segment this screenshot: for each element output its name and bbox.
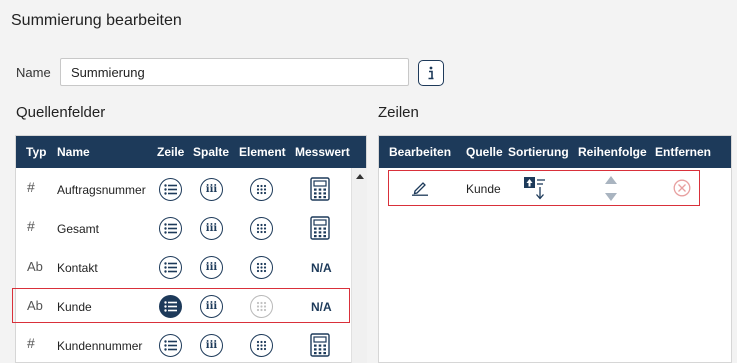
grid-dots-icon: [256, 340, 267, 351]
add-to-element-button[interactable]: [250, 256, 273, 279]
add-to-row-button[interactable]: [159, 178, 182, 201]
source-row: Ab Kontakt iii N/A: [16, 248, 352, 287]
calculator-icon[interactable]: [310, 216, 330, 240]
source-scrollbar[interactable]: [351, 168, 367, 363]
text-type-icon: Ab: [27, 298, 43, 313]
col-sortierung: Sortierung: [508, 145, 569, 159]
number-type-icon: #: [27, 179, 35, 195]
add-to-column-button[interactable]: iii: [200, 295, 223, 318]
calculator-icon[interactable]: [310, 333, 330, 357]
number-type-icon: #: [27, 218, 35, 234]
list-icon: [164, 262, 177, 273]
measure-na-label: N/A: [311, 261, 332, 275]
col-spalte: Spalte: [193, 145, 230, 159]
text-type-icon: Ab: [27, 259, 43, 274]
columns-icon: iii: [205, 301, 218, 312]
add-to-element-button[interactable]: [250, 178, 273, 201]
number-type-icon: #: [27, 335, 35, 351]
col-zeile: Zeile: [157, 145, 185, 159]
row-item: Kunde: [388, 170, 700, 206]
col-typ: Typ: [26, 145, 47, 159]
columns-icon: iii: [205, 262, 218, 273]
grid-dots-icon: [256, 184, 267, 195]
col-messwert: Messwert: [295, 145, 350, 159]
add-to-column-button[interactable]: iii: [200, 256, 223, 279]
sort-ascending-icon[interactable]: [523, 176, 549, 200]
field-name: Gesamt: [57, 222, 100, 236]
list-icon: [164, 223, 177, 234]
edit-pencil-icon[interactable]: [411, 180, 429, 196]
add-to-column-button[interactable]: iii: [200, 217, 223, 240]
columns-icon: iii: [205, 340, 218, 351]
col-bearbeiten: Bearbeiten: [389, 145, 452, 159]
move-down-arrow-icon[interactable]: [605, 193, 617, 201]
name-label: Name: [16, 65, 51, 80]
col-quelle: Quelle: [466, 145, 503, 159]
field-name: Auftragsnummer: [57, 183, 146, 197]
info-icon: [428, 66, 434, 80]
columns-icon: iii: [205, 184, 218, 195]
list-icon: [164, 301, 177, 312]
source-fields-title: Quellenfelder: [16, 104, 106, 121]
move-up-arrow-icon[interactable]: [605, 176, 617, 184]
source-row: # Auftragsnummer iii: [16, 170, 352, 209]
add-to-column-button[interactable]: iii: [200, 178, 223, 201]
measure-na-label: N/A: [311, 300, 332, 314]
source-row: # Kundennummer iii: [16, 326, 352, 362]
info-button[interactable]: [418, 60, 444, 86]
grid-dots-icon: [256, 223, 267, 234]
scroll-up-arrow-icon: [356, 173, 364, 179]
add-to-column-button[interactable]: iii: [200, 334, 223, 357]
grid-dots-icon: [256, 262, 267, 273]
source-row: # Gesamt iii: [16, 209, 352, 248]
add-to-row-button[interactable]: [159, 256, 182, 279]
field-name: Kontakt: [57, 261, 98, 275]
field-name: Kunde: [57, 300, 92, 314]
dialog-title: Summierung bearbeiten: [11, 12, 182, 29]
add-to-element-button-disabled: [250, 295, 273, 318]
add-to-element-button[interactable]: [250, 217, 273, 240]
rows-table-header: Bearbeiten Quelle Sortierung Reihenfolge…: [379, 136, 731, 168]
scroll-up-button[interactable]: [352, 168, 368, 184]
list-icon: [164, 340, 177, 351]
columns-icon: iii: [205, 223, 218, 234]
rows-title: Zeilen: [378, 104, 419, 121]
source-table-body: # Auftragsnummer iii # Gesamt iii Ab Kon…: [16, 168, 352, 362]
source-row-selected: Ab Kunde iii N/A: [16, 287, 352, 326]
col-name: Name: [57, 145, 90, 159]
calculator-icon[interactable]: [310, 177, 330, 201]
source-table-header: Typ Name Zeile Spalte Element Messwert: [16, 136, 366, 168]
list-icon: [164, 184, 177, 195]
source-fields-panel: Typ Name Zeile Spalte Element Messwert #…: [15, 135, 367, 363]
field-name: Kundennummer: [57, 339, 143, 353]
col-element: Element: [239, 145, 286, 159]
name-input[interactable]: [60, 58, 409, 86]
add-to-row-button[interactable]: [159, 217, 182, 240]
add-to-row-button-active[interactable]: [159, 295, 182, 318]
remove-icon[interactable]: [673, 179, 691, 197]
grid-dots-icon: [256, 301, 267, 312]
add-to-row-button[interactable]: [159, 334, 182, 357]
col-reihenfolge: Reihenfolge: [578, 145, 647, 159]
add-to-element-button[interactable]: [250, 334, 273, 357]
col-entfernen: Entfernen: [655, 145, 712, 159]
row-item-source-name: Kunde: [466, 182, 501, 196]
